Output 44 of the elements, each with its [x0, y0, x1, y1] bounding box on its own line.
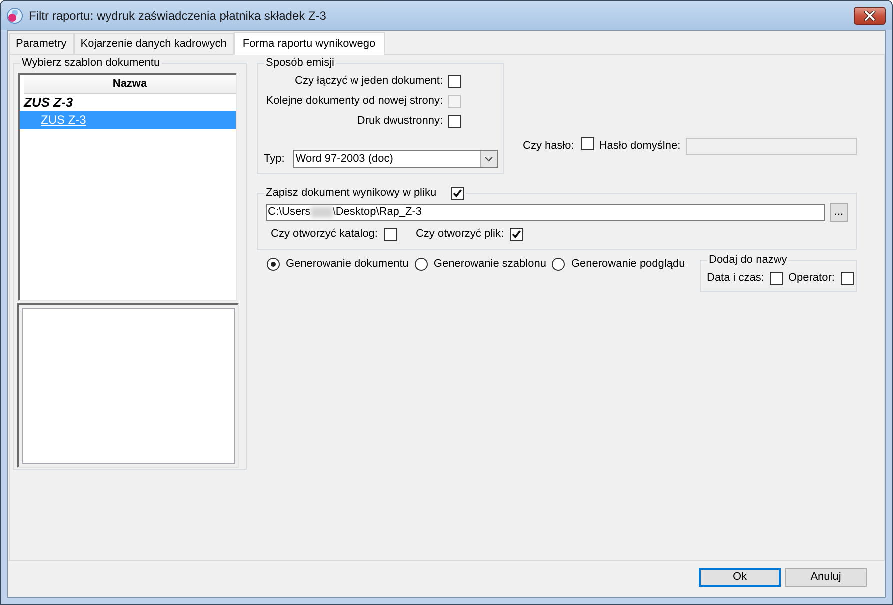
tab[interactable]: Kojarzenie danych kadrowych	[74, 33, 234, 54]
radio-label[interactable]: Generowanie podglądu	[571, 256, 686, 272]
dialog-button[interactable]: Ok	[699, 568, 781, 587]
checkbox[interactable]	[770, 272, 784, 285]
checkbox[interactable]	[581, 137, 594, 150]
path-field[interactable]: C:\Users \Desktop\Rap_Z-3	[266, 204, 825, 221]
browse-button[interactable]: ...	[830, 203, 848, 222]
chevron-down-icon	[484, 156, 493, 162]
blurred-patch	[310, 207, 333, 218]
option-label: Czy otworzyć plik:	[416, 227, 504, 242]
radio-button[interactable]	[414, 258, 428, 270]
checkbox[interactable]	[840, 272, 854, 285]
group-title: Zapisz dokument wynikowy w pliku	[266, 186, 437, 200]
radio-label[interactable]: Generowanie dokumentu	[286, 256, 409, 272]
app-icon	[7, 8, 23, 24]
checkbox[interactable]	[448, 75, 461, 88]
checkbox[interactable]	[450, 186, 464, 200]
radio-label[interactable]: Generowanie szablonu	[434, 256, 546, 272]
radio-button[interactable]	[267, 258, 280, 270]
column-header[interactable]: Nazwa	[24, 75, 236, 94]
radio-button[interactable]	[552, 258, 566, 270]
tab[interactable]: Parametry	[9, 33, 74, 54]
close-button[interactable]	[854, 6, 886, 24]
group-title: Wybierz szablon dokumentu	[22, 57, 160, 69]
group-title: Dodaj do nazwy	[709, 254, 788, 266]
dialog-button[interactable]: Anuluj	[785, 568, 867, 587]
type-dropdown[interactable]: Word 97-2003 (doc)	[292, 150, 498, 168]
default-password-label: Hasło domyślne:	[599, 139, 681, 154]
group-title: Sposób emisji	[266, 57, 334, 69]
option-label: Operator:	[788, 271, 835, 286]
close-icon	[864, 10, 876, 20]
checkbox[interactable]	[384, 228, 397, 241]
checkbox[interactable]	[510, 228, 524, 241]
option-label: Czy łączyć w jeden dokument:	[295, 74, 443, 90]
option-label: Druk dwustronny:	[357, 114, 443, 130]
dropdown-button[interactable]	[480, 151, 497, 167]
tab[interactable]: Forma raportu wynikowego	[234, 32, 385, 55]
option-label: Kolejne dokumenty od nowej strony:	[266, 94, 443, 110]
type-label: Typ:	[264, 152, 285, 167]
option-label: Czy otworzyć katalog:	[271, 227, 378, 242]
option-label: Data i czas:	[707, 271, 764, 286]
checkbox[interactable]	[448, 115, 461, 128]
window-title: Filtr raportu: wydruk zaświadczenia płatnika składek Z-3	[29, 8, 326, 24]
password-label: Czy hasło:	[523, 139, 574, 154]
